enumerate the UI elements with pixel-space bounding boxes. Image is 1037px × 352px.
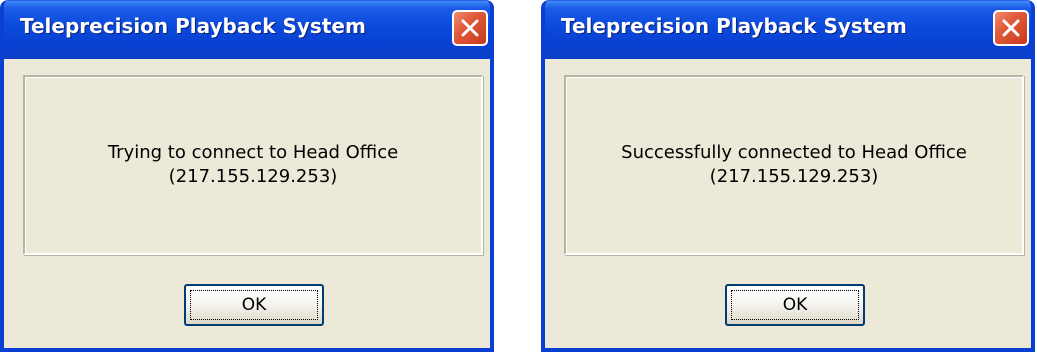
dialog-title: Teleprecision Playback System (20, 14, 366, 38)
dialog-connecting: Teleprecision Playback System Trying to … (0, 0, 494, 352)
close-button[interactable] (993, 10, 1029, 46)
title-bar[interactable]: Teleprecision Playback System (545, 1, 1031, 59)
ok-button-label: OK (731, 290, 859, 320)
ip-address: (217.155.129.253) (709, 166, 879, 187)
status-message-line: Trying to connect to Head Office (107, 142, 399, 163)
close-icon (1002, 19, 1020, 37)
close-button[interactable] (452, 10, 488, 46)
dialog-title: Teleprecision Playback System (561, 14, 907, 38)
ok-button-label: OK (190, 290, 318, 320)
message-panel: Successfully connected to Head Office (2… (564, 75, 1024, 255)
status-message: Trying to connect to Head Office (217.15… (25, 141, 481, 189)
ok-button[interactable]: OK (184, 284, 324, 326)
close-icon (461, 19, 479, 37)
ip-address: (217.155.129.253) (168, 166, 338, 187)
status-message: Successfully connected to Head Office (2… (566, 141, 1022, 189)
dialog-connected: Teleprecision Playback System Successful… (541, 0, 1035, 352)
status-message-line: Successfully connected to Head Office (621, 142, 967, 163)
ok-button[interactable]: OK (725, 284, 865, 326)
message-panel: Trying to connect to Head Office (217.15… (23, 75, 483, 255)
title-bar[interactable]: Teleprecision Playback System (4, 1, 490, 59)
